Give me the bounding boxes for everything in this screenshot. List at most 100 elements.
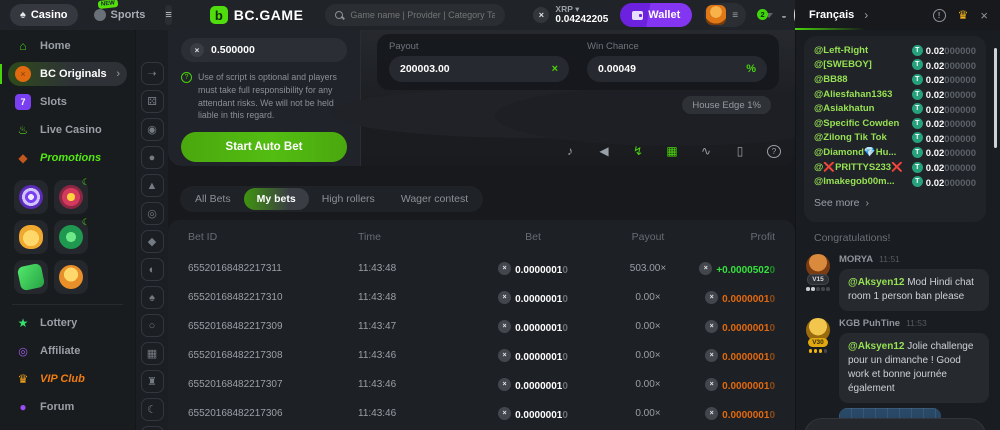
message-username[interactable]: MORYA <box>839 254 873 265</box>
chat-input[interactable] <box>804 418 986 430</box>
chat-room-label[interactable]: Français <box>809 9 854 21</box>
bet-cell: × 0.00000010 <box>468 376 598 394</box>
table-row[interactable]: 65520168482217309 11:43:47 × 0.00000010 … <box>168 312 795 341</box>
promo-gecko-icon[interactable]: ☾ <box>54 220 88 254</box>
sidebar-item-home[interactable]: ⌂ Home <box>8 34 127 58</box>
sidebar-item-live-casino[interactable]: ♨ Live Casino <box>8 118 127 142</box>
turbo-icon[interactable]: ↯ <box>631 144 645 158</box>
promo-cash-tag-icon[interactable] <box>14 260 48 294</box>
sound-icon[interactable]: ◀ <box>597 144 611 158</box>
sidebar-item-provably-fair[interactable]: ▩ Provably Fair <box>8 423 127 430</box>
search-input[interactable] <box>350 10 495 20</box>
xrp-coin-icon: × <box>533 7 549 23</box>
chat-panel: @Left-Right T 0.02000000 @[SWEBOY] T 0.0… <box>795 30 1000 430</box>
menu-toggle-button[interactable]: ≡ <box>165 5 171 25</box>
tab-wager-contest[interactable]: Wager contest <box>388 188 481 210</box>
table-row[interactable]: 65520168482217310 11:43:48 × 0.00000010 … <box>168 283 795 312</box>
promo-roll-wheel-icon[interactable]: ☾ <box>54 180 88 214</box>
game-dice-icon[interactable]: ⚄ <box>141 90 164 113</box>
winner-username[interactable]: @Specific Cowden <box>814 118 899 129</box>
sidebar-item-slots[interactable]: 7 Slots <box>8 90 127 114</box>
bets-tabs: All Bets My bets High rollers Wager cont… <box>180 186 483 212</box>
basketball-icon <box>94 9 106 21</box>
win-chance-input-box[interactable]: % <box>587 56 767 82</box>
start-auto-bet-button[interactable]: Start Auto Bet <box>181 132 347 162</box>
game-plinko-icon[interactable]: ▲ <box>141 174 164 197</box>
bet-amount-field[interactable]: × <box>181 38 347 62</box>
bet-cell: × 0.00000010 <box>468 289 598 307</box>
disclaimer-text: Use of script is optional and players mu… <box>198 71 347 122</box>
promo-art <box>59 225 83 249</box>
game-hilo-icon[interactable]: ♠ <box>141 286 164 309</box>
trends-icon[interactable]: ∿ <box>699 144 713 158</box>
help-circle-icon: ? <box>181 72 192 83</box>
game-search[interactable] <box>325 4 505 26</box>
winner-username[interactable]: @[SWEBOY] <box>814 59 872 70</box>
medals <box>806 287 830 291</box>
chat-rules-icon[interactable]: ! <box>933 9 946 22</box>
sidebar-top-group: ⌂ Home × BC Originals › 7 Slots ♨ <box>0 34 135 170</box>
left-sidebar: ⌂ Home × BC Originals › 7 Slots ♨ <box>0 30 135 430</box>
game-tower-icon[interactable]: ♜ <box>141 370 164 393</box>
game-hash-dice-icon[interactable]: ◆ <box>141 230 164 253</box>
winner-username[interactable]: @Zilong Tik Tok <box>814 132 887 143</box>
close-chat-icon[interactable]: × <box>980 8 988 23</box>
trophy-icon[interactable]: ♛ <box>958 8 969 22</box>
sidebar-item-promotions[interactable]: ◆ Promotions <box>8 146 127 170</box>
logo[interactable]: b BC.GAME <box>210 6 304 24</box>
hotkeys-icon[interactable]: ▦ <box>665 144 679 158</box>
winner-username[interactable]: @Aliesfahan1363 <box>814 89 892 100</box>
profile-menu[interactable]: ≡ <box>704 3 746 27</box>
game-cave-icon[interactable]: ♣ <box>141 426 164 430</box>
game-roulette-icon[interactable]: ☾ <box>141 398 164 421</box>
game-crash-icon[interactable]: ➝ <box>141 62 164 85</box>
table-row[interactable]: 65520168482217308 11:43:46 × 0.00000010 … <box>168 341 795 370</box>
wallet-button[interactable]: Wallet <box>620 3 692 27</box>
table-row[interactable]: 65520168482217307 11:43:46 × 0.00000010 … <box>168 370 795 399</box>
win-chance-input[interactable] <box>598 63 746 75</box>
music-icon[interactable]: ♪ <box>563 144 577 158</box>
sidebar-item-bc-originals[interactable]: × BC Originals › <box>8 62 127 86</box>
game-mines-icon[interactable]: ● <box>141 146 164 169</box>
sidebar-item-affiliate[interactable]: ◎ Affiliate <box>8 339 127 363</box>
winner-username[interactable]: @Asiakhatun <box>814 103 874 114</box>
winner-username[interactable]: @BB88 <box>814 74 848 85</box>
casino-tab[interactable]: ♠ Casino <box>10 4 78 26</box>
winner-username[interactable]: @❌PRITTYS233❌ <box>814 162 903 173</box>
help-icon[interactable]: ? <box>767 145 781 158</box>
chevron-right-icon[interactable]: › <box>864 8 868 22</box>
payout-input[interactable] <box>400 63 552 75</box>
sidebar-item-forum[interactable]: ● Forum <box>8 395 127 419</box>
table-row[interactable]: 65520168482217306 11:43:46 × 0.00000010 … <box>168 399 795 428</box>
game-classic-dice-icon[interactable]: ◉ <box>141 118 164 141</box>
promo-coin-drop-icon[interactable] <box>54 260 88 294</box>
sidebar-item-lottery[interactable]: ★ Lottery <box>8 311 127 335</box>
bet-amount-input[interactable] <box>211 44 311 56</box>
mention[interactable]: @Aksyen12 <box>848 341 904 352</box>
game-coinflip-icon[interactable]: ○ <box>141 314 164 337</box>
sidebar-item-vip-club[interactable]: ♛ VIP Club <box>8 367 127 391</box>
mention[interactable]: @Aksyen12 <box>848 277 904 288</box>
payout-input-box[interactable]: × <box>389 56 569 82</box>
winner-username[interactable]: @Left-Right <box>814 45 868 56</box>
balance-selector[interactable]: × XRP ▾ 0.04242205 <box>533 5 608 25</box>
chat-scrollbar[interactable] <box>994 48 997 148</box>
tab-my-bets[interactable]: My bets <box>244 188 309 210</box>
sports-tab[interactable]: Sports NEW <box>84 4 156 26</box>
clear-icon[interactable]: ▯ <box>733 144 747 158</box>
winner-username[interactable]: @Diamond💎Hu... <box>814 147 896 158</box>
game-wheel-icon[interactable]: ◐ <box>141 258 164 281</box>
tab-high-rollers[interactable]: High rollers <box>309 188 388 210</box>
message-username[interactable]: KGB PuhTine <box>839 318 900 329</box>
winner-username[interactable]: @Imakegob00m... <box>814 176 895 187</box>
tab-all-bets[interactable]: All Bets <box>182 188 244 210</box>
promo-spin-wheel-icon[interactable] <box>14 180 48 214</box>
avatar[interactable] <box>706 5 726 25</box>
winner-row[interactable]: @Imakegob00m... T 0.02000000 <box>814 174 976 189</box>
promo-piggy-bank-icon[interactable] <box>14 220 48 254</box>
game-keno-icon[interactable]: ▦ <box>141 342 164 365</box>
game-limbo-icon[interactable]: ◎ <box>141 202 164 225</box>
table-row[interactable]: 65520168482217311 11:43:48 × 0.00000010 … <box>168 254 795 283</box>
payout-cell: 503.00× <box>598 263 698 274</box>
see-more-button[interactable]: See more › <box>814 197 976 209</box>
